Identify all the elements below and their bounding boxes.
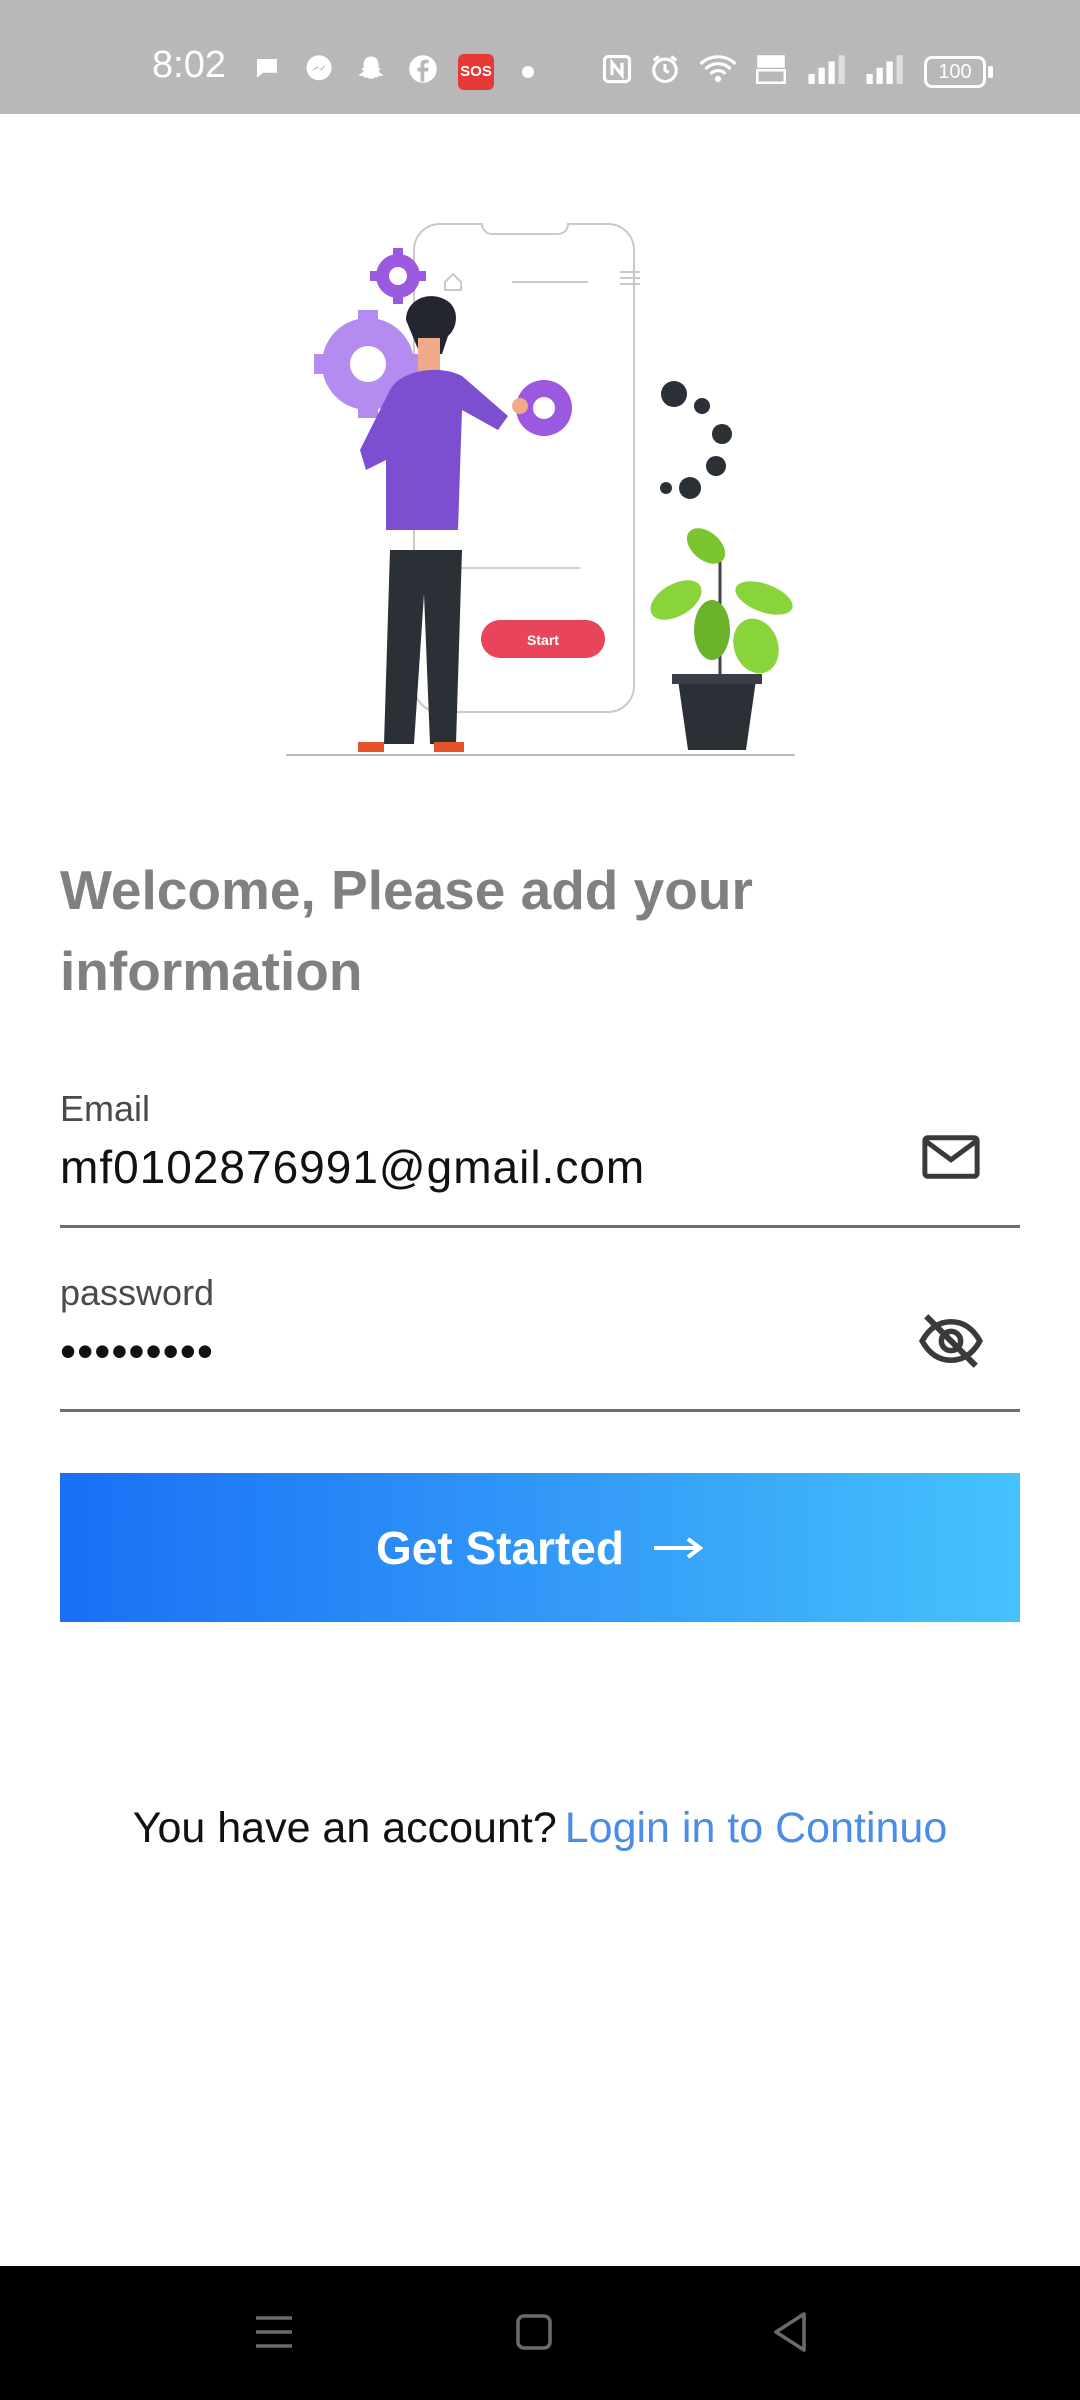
status-bar: 8:02 SOS 100 xyxy=(0,0,1080,114)
login-prompt: You have an account? xyxy=(132,1804,557,1852)
back-icon[interactable] xyxy=(766,2308,814,2356)
password-field[interactable]: password ••••••••• xyxy=(60,1272,1020,1412)
password-label: password xyxy=(60,1272,215,1313)
mail-icon xyxy=(918,1124,984,1190)
home-icon[interactable] xyxy=(510,2308,558,2356)
snapchat-icon xyxy=(356,54,386,84)
arrow-right-icon xyxy=(652,1536,704,1560)
sos-icon: SOS xyxy=(458,54,494,90)
battery-icon: 100 xyxy=(924,56,986,88)
message-icon xyxy=(252,54,282,84)
status-time: 8:02 xyxy=(152,44,226,86)
login-link[interactable]: Login in to Continuo xyxy=(565,1804,948,1852)
nfc-icon xyxy=(602,54,632,84)
alarm-icon xyxy=(650,54,680,84)
email-label: Email xyxy=(60,1088,151,1129)
menu-icon[interactable] xyxy=(250,2308,298,2356)
hero-illustration: Start xyxy=(280,210,820,760)
messenger-icon xyxy=(304,54,334,84)
login-row: You have an account? Login in to Continuo xyxy=(0,1804,1080,1853)
get-started-button[interactable]: Get Started xyxy=(60,1473,1020,1622)
signal-icon xyxy=(804,54,848,84)
wifi-icon xyxy=(698,54,738,84)
phone-start-label: Start xyxy=(527,632,559,648)
email-field[interactable]: Email mf0102876991@gmail.com xyxy=(60,1088,1020,1228)
volte-icon xyxy=(754,54,788,84)
get-started-label: Get Started xyxy=(376,1521,624,1574)
email-input[interactable]: mf0102876991@gmail.com xyxy=(60,1140,645,1194)
dot-icon xyxy=(522,66,534,78)
facebook-icon xyxy=(408,54,438,84)
navigation-bar xyxy=(0,2266,1080,2400)
page-title: Welcome, Please add your information xyxy=(60,859,753,1002)
signal-icon xyxy=(862,54,906,84)
battery-tip xyxy=(988,66,993,78)
password-underline xyxy=(60,1409,1020,1412)
email-underline xyxy=(60,1225,1020,1228)
eye-off-icon[interactable] xyxy=(918,1308,984,1374)
password-input[interactable]: ••••••••• xyxy=(60,1324,214,1378)
